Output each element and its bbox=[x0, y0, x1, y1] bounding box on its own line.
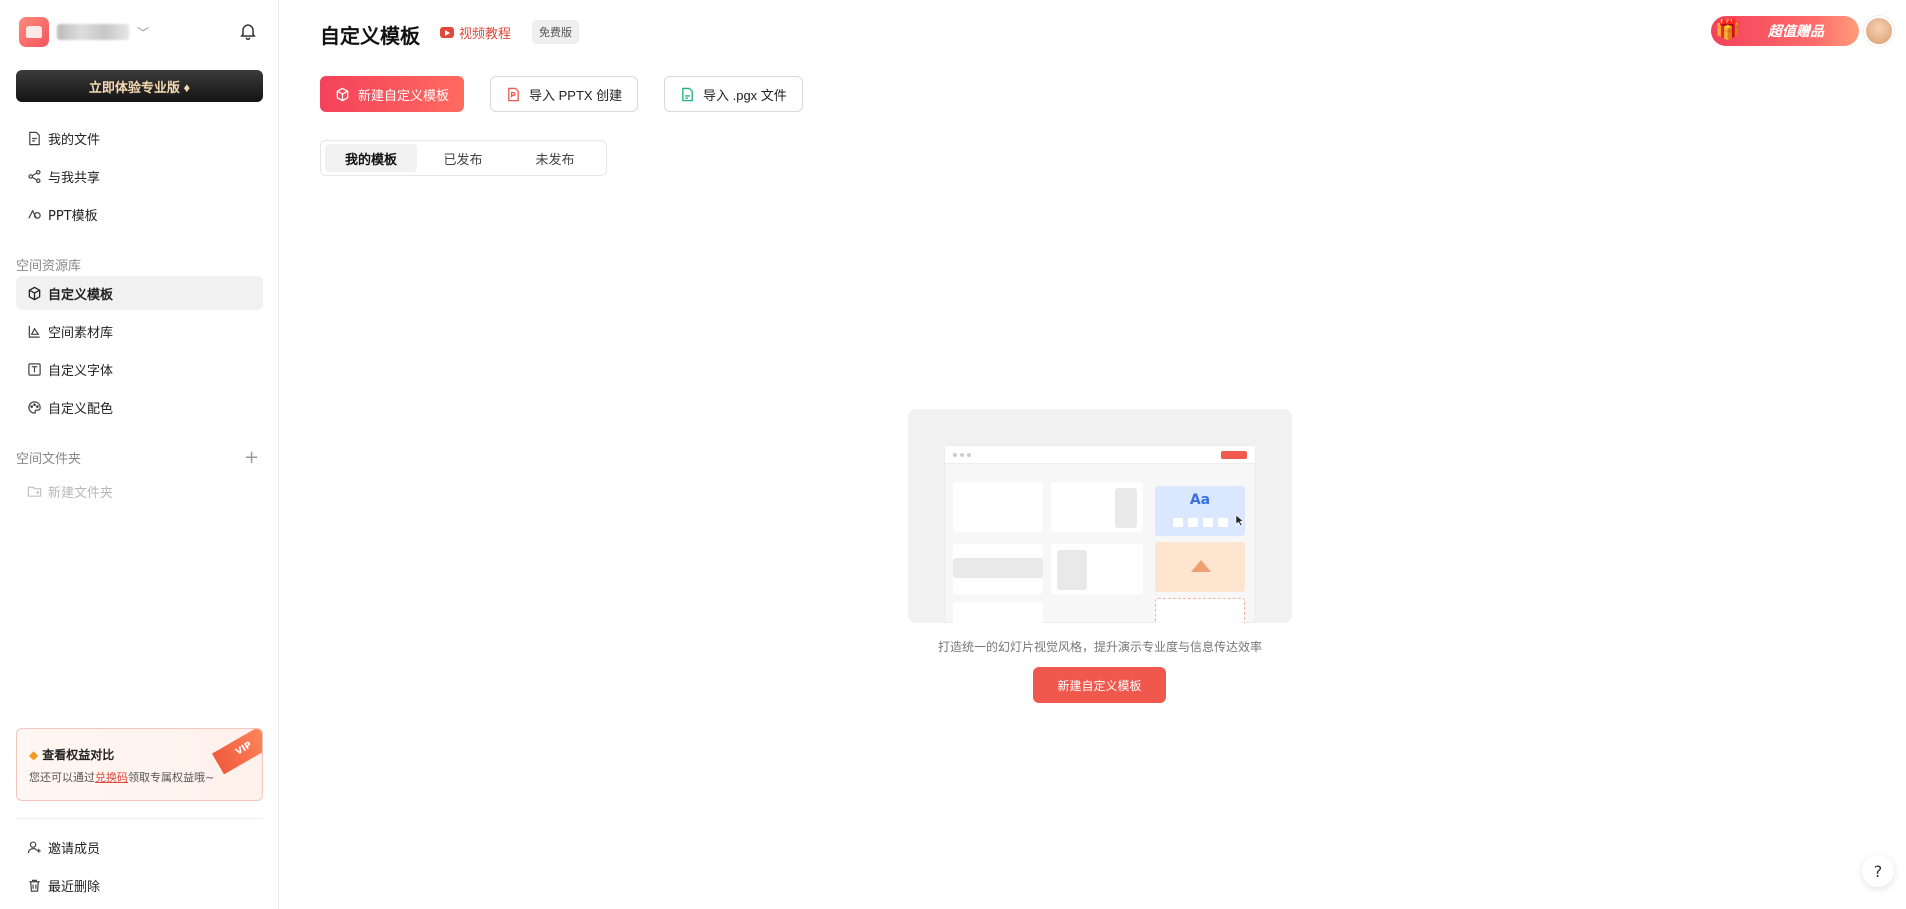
nav-label: 我的文件 bbox=[48, 132, 101, 148]
tab-published[interactable]: 已发布 bbox=[417, 144, 509, 172]
mock-card bbox=[1115, 488, 1137, 528]
mock-image-card bbox=[1155, 542, 1245, 592]
gift-icon: 🎁 bbox=[1715, 17, 1740, 41]
nav-custom-fonts[interactable]: 自定义字体 bbox=[16, 352, 263, 386]
mock-font-text: Aa bbox=[1189, 492, 1211, 508]
mock-add-card bbox=[1155, 598, 1245, 623]
template-tabs: 我的模板 已发布 未发布 bbox=[320, 140, 607, 176]
workspace-name-blurred bbox=[57, 24, 129, 40]
mock-titlebar bbox=[945, 446, 1255, 464]
nav-custom-templates[interactable]: 自定义模板 bbox=[16, 276, 263, 310]
nav-label: 与我共享 bbox=[48, 170, 101, 186]
gift-promo-button[interactable]: 🎁 超值赠品 bbox=[1711, 16, 1859, 46]
plan-badge: 免费版 bbox=[532, 20, 579, 44]
mock-window: Aa bbox=[944, 445, 1256, 623]
mock-dots bbox=[953, 453, 974, 457]
trash-icon bbox=[26, 877, 42, 893]
nav-my-files[interactable]: 我的文件 bbox=[16, 121, 263, 155]
font-icon bbox=[26, 361, 42, 377]
mock-font-card: Aa bbox=[1155, 486, 1245, 536]
mock-card bbox=[1057, 550, 1087, 590]
add-user-icon bbox=[26, 839, 42, 855]
video-tutorial-label: 视频教程 bbox=[459, 27, 512, 42]
promo-title: ◆ 查看权益对比 bbox=[29, 746, 114, 763]
nav-custom-colors[interactable]: 自定义配色 bbox=[16, 390, 263, 424]
sidebar: ﹀ 立即体验专业版 ♦ 我的文件 与我共享 PPT模板 空间资源库 自定义模板 … bbox=[0, 0, 279, 909]
workspace-logo bbox=[19, 17, 49, 47]
import-pptx-button[interactable]: 导入 PPTX 创建 bbox=[490, 76, 639, 112]
sidebar-divider bbox=[16, 818, 263, 819]
nav-shared-with-me[interactable]: 与我共享 bbox=[16, 159, 263, 193]
space-library-label: 空间资源库 bbox=[16, 259, 82, 274]
cursor-icon bbox=[1235, 514, 1244, 526]
workspace-switcher[interactable]: ﹀ bbox=[19, 17, 149, 47]
promo-sub-suffix: 领取专属权益哦~ bbox=[128, 771, 215, 784]
nav-ppt-templates[interactable]: PPT模板 bbox=[16, 197, 263, 231]
nav-new-folder[interactable]: 新建文件夹 bbox=[16, 474, 263, 508]
template-icon bbox=[26, 206, 42, 222]
promo-subtext: 您还可以通过兑换码领取专属权益哦~ bbox=[29, 769, 214, 785]
mock-card bbox=[953, 602, 1043, 623]
empty-new-template-button[interactable]: 新建自定义模板 bbox=[1033, 667, 1166, 703]
avatar[interactable] bbox=[1864, 16, 1894, 46]
benefits-promo-card[interactable]: ◆ 查看权益对比 您还可以通过兑换码领取专属权益哦~ VIP bbox=[16, 728, 263, 801]
nav-recently-deleted[interactable]: 最近删除 bbox=[16, 868, 263, 902]
file-icon bbox=[26, 130, 42, 146]
cube-icon bbox=[26, 285, 42, 301]
nav-label: 新建文件夹 bbox=[48, 485, 114, 501]
nav-label: 自定义字体 bbox=[48, 363, 114, 379]
bell-icon[interactable] bbox=[238, 21, 260, 43]
nav-label: 邀请成员 bbox=[48, 841, 101, 857]
pptx-file-icon bbox=[506, 86, 522, 102]
video-tutorial-link[interactable]: 视频教程 bbox=[440, 23, 511, 42]
nav-label: 自定义配色 bbox=[48, 401, 114, 417]
new-folder-icon bbox=[26, 483, 42, 499]
import-pgx-label: 导入 .pgx 文件 bbox=[703, 87, 787, 103]
nav-label: 最近删除 bbox=[48, 879, 101, 895]
cube-plus-icon bbox=[335, 86, 351, 102]
app-root: ﹀ 立即体验专业版 ♦ 我的文件 与我共享 PPT模板 空间资源库 自定义模板 … bbox=[0, 0, 1906, 909]
vip-ribbon: VIP bbox=[212, 729, 262, 775]
tab-my-templates[interactable]: 我的模板 bbox=[325, 144, 417, 172]
page-title: 自定义模板 bbox=[320, 24, 420, 48]
promo-sub-prefix: 您还可以通过 bbox=[29, 771, 95, 784]
redeem-code-link[interactable]: 兑换码 bbox=[95, 771, 128, 784]
new-custom-template-button[interactable]: 新建自定义模板 bbox=[320, 76, 465, 112]
assets-icon bbox=[26, 323, 42, 339]
import-pptx-label: 导入 PPTX 创建 bbox=[529, 87, 623, 103]
nav-space-assets[interactable]: 空间素材库 bbox=[16, 314, 263, 348]
video-play-icon bbox=[440, 27, 454, 38]
space-folder-label: 空间文件夹 bbox=[16, 452, 82, 467]
empty-state-description: 打造统一的幻灯片视觉风格，提升演示专业度与信息传达效率 bbox=[937, 640, 1262, 654]
promo-title-text: 查看权益对比 bbox=[42, 748, 115, 762]
palette-icon bbox=[26, 399, 42, 415]
empty-state-illustration: Aa bbox=[908, 409, 1292, 623]
share-icon bbox=[26, 168, 42, 184]
mock-card bbox=[953, 558, 1043, 578]
nav-invite-members[interactable]: 邀请成员 bbox=[16, 830, 263, 864]
mock-button bbox=[1221, 451, 1247, 459]
new-template-label: 新建自定义模板 bbox=[358, 87, 450, 103]
gift-label: 超值赠品 bbox=[1768, 24, 1824, 40]
nav-label: PPT模板 bbox=[48, 208, 98, 224]
chevron-down-icon: ﹀ bbox=[137, 25, 150, 40]
import-pgx-button[interactable]: 导入 .pgx 文件 bbox=[664, 76, 803, 112]
add-folder-icon[interactable]: + bbox=[244, 447, 259, 468]
pgx-file-icon bbox=[680, 86, 696, 102]
help-button[interactable]: ? bbox=[1862, 855, 1894, 887]
nav-label: 空间素材库 bbox=[48, 325, 114, 341]
upgrade-pro-button[interactable]: 立即体验专业版 ♦ bbox=[16, 70, 263, 102]
nav-label: 自定义模板 bbox=[48, 287, 114, 303]
mock-card bbox=[953, 482, 1043, 532]
diamond-icon: ◆ bbox=[29, 747, 39, 762]
tab-unpublished[interactable]: 未发布 bbox=[509, 144, 601, 172]
